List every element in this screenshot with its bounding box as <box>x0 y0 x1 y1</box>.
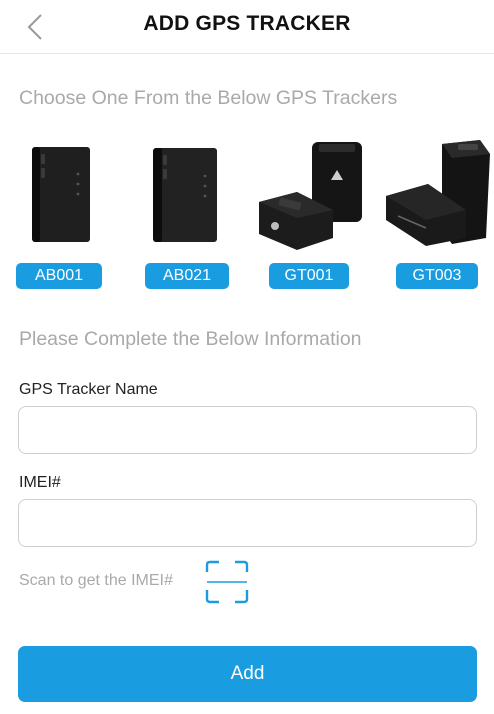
tracker-ab021-image <box>153 148 217 242</box>
tracker-chip-gt003[interactable]: GT003 <box>396 263 478 289</box>
tracker-chip-ab021[interactable]: AB021 <box>145 263 229 289</box>
tracker-list: AB001 AB021 GT001 GT003 <box>0 134 494 294</box>
tracker-chip-ab001[interactable]: AB001 <box>16 263 102 289</box>
tracker-gt001-image <box>259 142 362 250</box>
tracker-name-label: GPS Tracker Name <box>19 381 158 398</box>
tracker-option-gt001[interactable]: GT001 <box>257 134 367 294</box>
tracker-option-ab001[interactable]: AB001 <box>8 134 118 294</box>
tracker-name-input[interactable] <box>18 406 477 454</box>
add-button[interactable]: Add <box>18 646 477 702</box>
tracker-gt003-image <box>386 140 490 246</box>
imei-input[interactable] <box>18 499 477 547</box>
complete-info-heading: Please Complete the Below Information <box>19 328 362 350</box>
scan-imei-label: Scan to get the IMEI# <box>19 572 173 589</box>
choose-tracker-heading: Choose One From the Below GPS Trackers <box>19 87 398 109</box>
imei-label: IMEI# <box>19 474 61 491</box>
header-bar: ADD GPS TRACKER <box>0 0 494 54</box>
tracker-option-ab021[interactable]: AB021 <box>133 134 243 294</box>
tracker-ab001-image <box>32 147 90 242</box>
scan-icon[interactable] <box>205 560 249 604</box>
tracker-chip-gt001[interactable]: GT001 <box>269 263 349 289</box>
page-title: ADD GPS TRACKER <box>143 12 351 35</box>
tracker-option-gt003[interactable]: GT003 <box>382 134 492 294</box>
